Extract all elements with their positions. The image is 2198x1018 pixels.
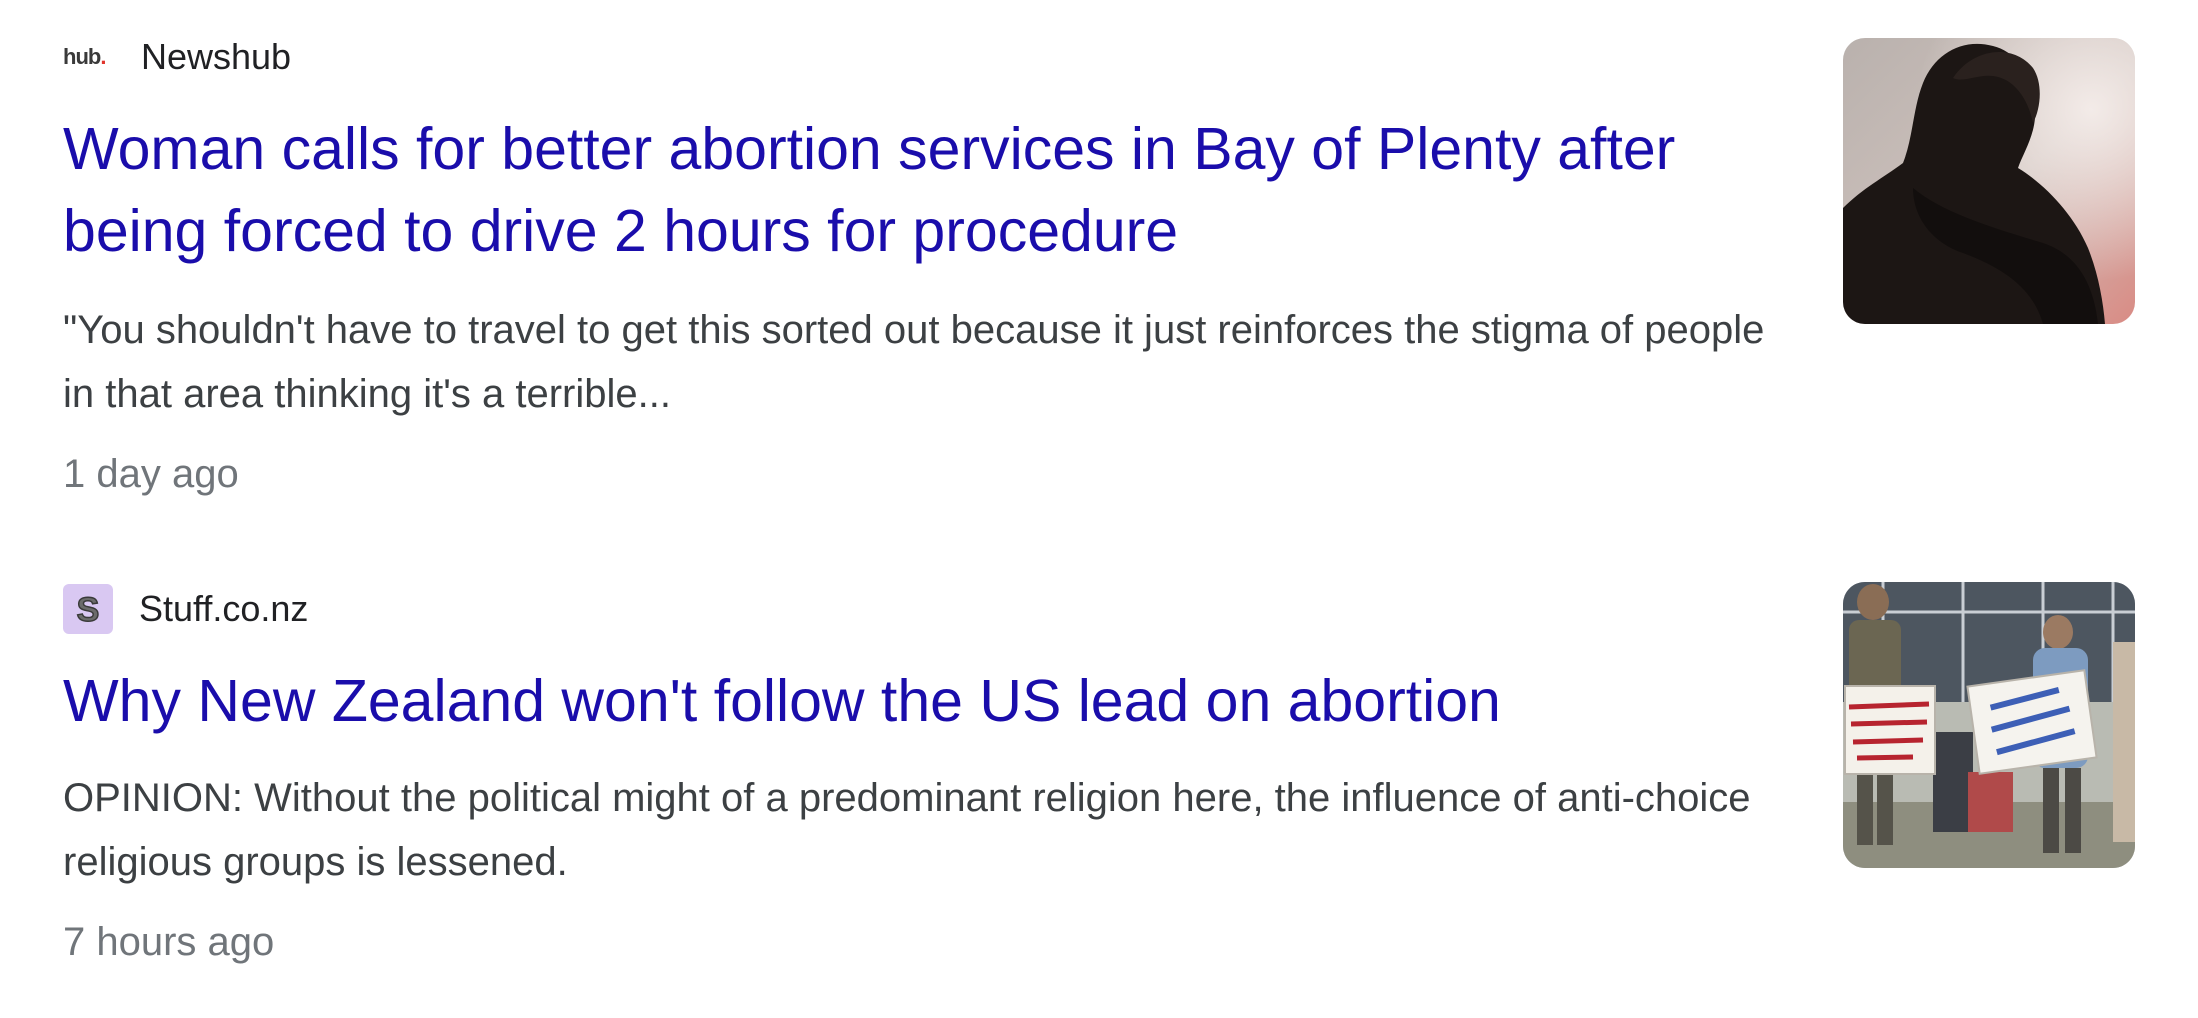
news-results: hub. Newshub Woman calls for better abor… (0, 0, 2198, 1018)
news-result-card[interactable]: S Stuff.co.nz Why New Zealand won't foll… (63, 582, 2143, 1002)
protest-photo-icon (1843, 582, 2135, 868)
newshub-logo-dot: . (100, 44, 106, 69)
newshub-logo-icon: hub. (63, 42, 115, 72)
source-row[interactable]: S Stuff.co.nz (63, 582, 308, 636)
stuff-logo-glyph-icon: S (76, 590, 100, 630)
silhouette-photo-icon (1843, 38, 2135, 324)
svg-text:S: S (77, 591, 100, 629)
stuff-logo-icon: S (63, 584, 113, 634)
source-name[interactable]: Stuff.co.nz (139, 588, 308, 630)
headline-link[interactable]: Why New Zealand won't follow the US lead… (63, 660, 1783, 742)
snippet-text: OPINION: Without the political might of … (63, 776, 1751, 884)
news-result-card[interactable]: hub. Newshub Woman calls for better abor… (63, 30, 2143, 510)
source-name[interactable]: Newshub (141, 36, 291, 78)
newshub-logo-text: hub (63, 44, 101, 69)
snippet-text: "You shouldn't have to travel to get thi… (63, 308, 1765, 416)
timestamp: 1 day ago (63, 452, 239, 496)
source-row[interactable]: hub. Newshub (63, 30, 291, 84)
headline-link[interactable]: Woman calls for better abortion services… (63, 108, 1783, 272)
thumbnail-image[interactable] (1843, 38, 2135, 324)
timestamp: 7 hours ago (63, 920, 275, 964)
thumbnail-image[interactable] (1843, 582, 2135, 868)
